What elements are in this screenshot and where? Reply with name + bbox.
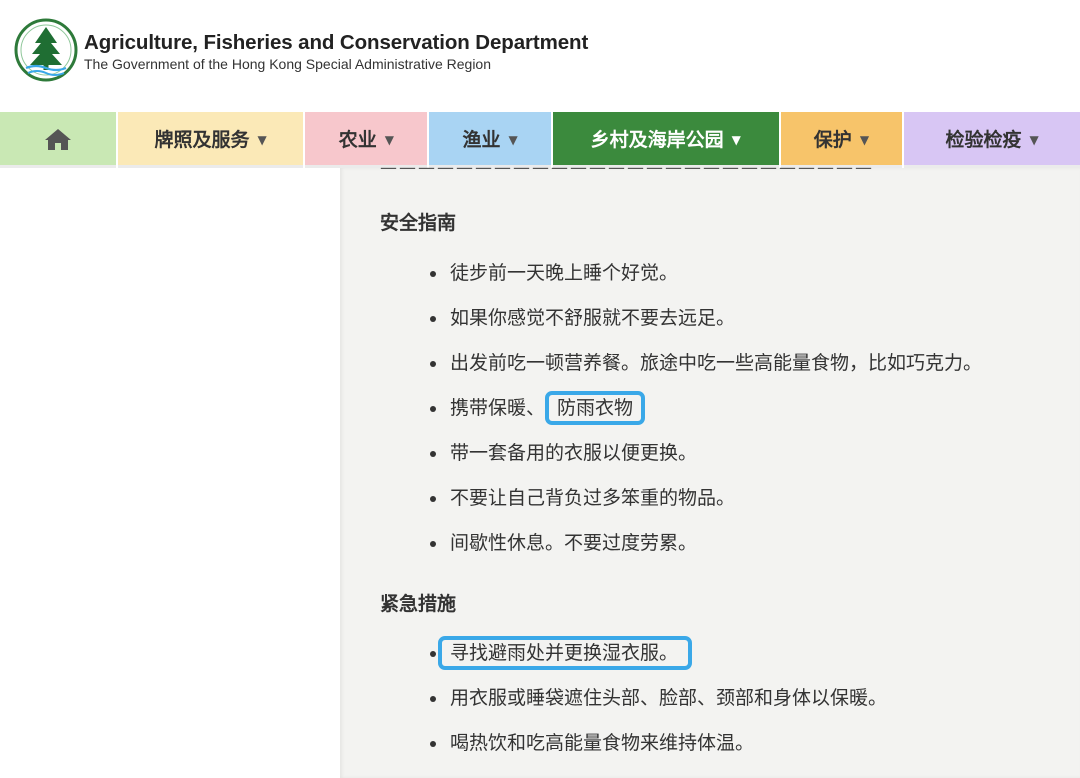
afcd-logo-icon[interactable] bbox=[14, 18, 78, 82]
list-item: 如果你感觉不舒服就不要去远足。 bbox=[430, 296, 982, 341]
highlight-box: 防雨衣物 bbox=[545, 391, 646, 425]
nav-label: 渔业 bbox=[462, 129, 501, 151]
list-item-text: 如果你感觉不舒服就不要去远足。 bbox=[450, 307, 736, 329]
chevron-down-icon: ▼ bbox=[731, 132, 741, 147]
nav-inspection-quarantine[interactable]: 检验检疫 ▼ bbox=[904, 112, 1080, 168]
list-item-text: 携带保暖、 bbox=[450, 397, 546, 419]
list-item-text: 不要让自己背负过多笨重的物品。 bbox=[450, 487, 736, 509]
nav-country-marine-parks[interactable]: 乡村及海岸公园 ▼ bbox=[552, 112, 779, 168]
home-icon bbox=[44, 128, 71, 150]
main-nav: 牌照及服务 ▼ 农业 ▼ 渔业 ▼ 乡村及海岸公园 ▼ 保护 ▼ 检验检疫 ▼ bbox=[0, 112, 1080, 168]
chevron-down-icon: ▼ bbox=[859, 132, 870, 147]
list-item-text: 带一套备用的衣服以便更换。 bbox=[450, 442, 698, 464]
emergency-measures-list: 寻找避雨处并更换湿衣服。 用衣服或睡袋遮住头部、脸部、颈部和身体以保暖。 喝热饮… bbox=[430, 631, 887, 766]
department-subtitle: The Government of the Hong Kong Special … bbox=[84, 56, 492, 72]
list-item: 出发前吃一顿营养餐。旅途中吃一些高能量食物，比如巧克力。 bbox=[430, 341, 982, 386]
nav-label: 检验检疫 bbox=[945, 129, 1022, 151]
nav-label: 保护 bbox=[813, 129, 852, 151]
list-item-text: 喝热饮和吃高能量食物来维持体温。 bbox=[450, 732, 755, 754]
chevron-down-icon: ▼ bbox=[384, 132, 394, 147]
list-item: 携带保暖、 防雨衣物 bbox=[430, 386, 982, 431]
nav-agriculture[interactable]: 农业 ▼ bbox=[305, 112, 428, 168]
nav-home[interactable] bbox=[0, 112, 116, 168]
list-item: 间歇性休息。不要过度劳累。 bbox=[430, 521, 982, 566]
nav-licensing-services[interactable]: 牌照及服务 ▼ bbox=[117, 112, 304, 168]
list-item: 徒步前一天晚上睡个好觉。 bbox=[430, 251, 982, 296]
nav-label: 乡村及海岸公园 bbox=[590, 129, 724, 151]
list-item: 用衣服或睡袋遮住头部、脸部、颈部和身体以保暖。 bbox=[430, 676, 887, 721]
cut-off-text: —————————————————————————— bbox=[380, 162, 874, 174]
safety-guide-list: 徒步前一天晚上睡个好觉。 如果你感觉不舒服就不要去远足。 出发前吃一顿营养餐。旅… bbox=[430, 251, 982, 566]
list-item: 寻找避雨处并更换湿衣服。 bbox=[430, 631, 887, 676]
chevron-down-icon: ▼ bbox=[1029, 132, 1039, 147]
list-item-text: 徒步前一天晚上睡个好觉。 bbox=[450, 262, 679, 284]
department-title[interactable]: Agriculture, Fisheries and Conservation … bbox=[84, 31, 588, 55]
nav-fisheries[interactable]: 渔业 ▼ bbox=[429, 112, 551, 168]
nav-conservation[interactable]: 保护 ▼ bbox=[780, 112, 903, 168]
site-header: Agriculture, Fisheries and Conservation … bbox=[0, 0, 1080, 112]
list-item-text: 出发前吃一顿营养餐。旅途中吃一些高能量食物，比如巧克力。 bbox=[450, 352, 983, 374]
list-item-text: 间歇性休息。不要过度劳累。 bbox=[450, 532, 698, 554]
section-heading-safety-guide: 安全指南 bbox=[380, 212, 457, 234]
chevron-down-icon: ▼ bbox=[508, 132, 518, 147]
section-heading-emergency-measures: 紧急措施 bbox=[380, 593, 457, 615]
list-item-text: 用衣服或睡袋遮住头部、脸部、颈部和身体以保暖。 bbox=[450, 687, 888, 709]
chevron-down-icon: ▼ bbox=[257, 132, 267, 147]
list-item: 不要让自己背负过多笨重的物品。 bbox=[430, 476, 982, 521]
list-item: 喝热饮和吃高能量食物来维持体温。 bbox=[430, 721, 887, 766]
left-sidebar bbox=[0, 168, 340, 778]
nav-label: 牌照及服务 bbox=[154, 129, 250, 151]
list-item: 带一套备用的衣服以便更换。 bbox=[430, 431, 982, 476]
highlight-box: 寻找避雨处并更换湿衣服。 bbox=[438, 636, 693, 670]
nav-label: 农业 bbox=[338, 129, 377, 151]
main-content: —————————————————————————— 安全指南 徒步前一天晚上睡… bbox=[340, 162, 1080, 778]
